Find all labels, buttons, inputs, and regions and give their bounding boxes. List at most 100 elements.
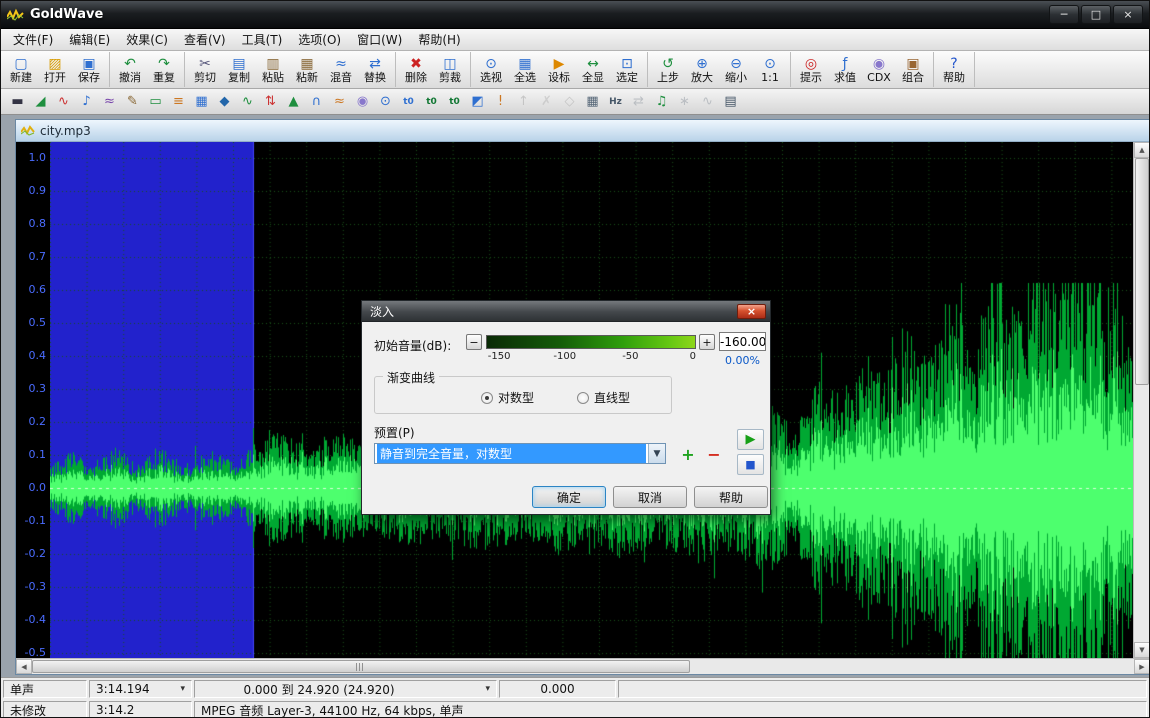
bandpass-icon[interactable]: ∩ <box>305 91 328 112</box>
menu-item-5[interactable]: 工具(T) <box>234 28 291 51</box>
toolbar-button-3-3[interactable]: ▥粘贴 <box>256 52 290 87</box>
document-titlebar[interactable]: city.mp3 <box>16 120 1150 142</box>
horizontal-scroll-thumb[interactable] <box>32 660 690 673</box>
preset-combo[interactable]: 静音到完全音量，对数型 ▼ <box>374 443 666 464</box>
logarithmic-radio[interactable]: 对数型 <box>481 389 534 406</box>
hz-icon[interactable]: Hz <box>604 91 627 112</box>
preset-remove-button[interactable]: − <box>704 444 724 464</box>
time-marker-2-icon[interactable]: t0 <box>420 91 443 112</box>
volume-increase-button[interactable]: + <box>699 334 715 350</box>
scroll-up-button[interactable]: ▲ <box>1134 142 1150 158</box>
selection-dropdown-icon[interactable]: ▾ <box>479 684 490 694</box>
volume-slider[interactable] <box>486 335 696 349</box>
toolbar-button-3-1[interactable]: ✂剪切 <box>188 52 222 87</box>
toolbar-button-7-2[interactable]: ƒ求值 <box>828 52 862 87</box>
warning-icon[interactable]: ! <box>489 91 512 112</box>
toolbar-button-3-4[interactable]: ▦粘新 <box>290 52 324 87</box>
menu-item-8[interactable]: 帮助(H) <box>410 28 468 51</box>
scroll-left-button[interactable]: ◀ <box>16 659 32 674</box>
menu-item-4[interactable]: 查看(V) <box>176 28 234 51</box>
length-dropdown-icon[interactable]: ▾ <box>174 684 185 694</box>
toolbar-icon-7-1: ◎ <box>805 56 817 72</box>
toolbar-button-8-1[interactable]: ?帮助 <box>937 52 971 87</box>
grid-icon[interactable]: ▦ <box>581 91 604 112</box>
toolbar-button-5-2[interactable]: ▦全选 <box>508 52 542 87</box>
time-marker-3-icon[interactable]: t0 <box>443 91 466 112</box>
toolbar-button-5-1[interactable]: ⊙选视 <box>474 52 508 87</box>
minimize-button[interactable]: ─ <box>1049 5 1079 24</box>
close-button[interactable]: × <box>1113 5 1143 24</box>
dynamics-icon[interactable]: ▭ <box>144 91 167 112</box>
toolbar-button-7-4[interactable]: ▣组合 <box>896 52 930 87</box>
notes-icon[interactable]: ♫ <box>650 91 673 112</box>
vertical-scroll-thumb[interactable] <box>1135 158 1149 385</box>
doppler-icon[interactable]: ∿ <box>52 91 75 112</box>
menu-item-2[interactable]: 编辑(E) <box>61 28 118 51</box>
horizontal-scrollbar[interactable]: ◀ ▶ <box>16 658 1150 674</box>
status-length[interactable]: 3:14.194▾ <box>89 680 192 698</box>
offset-icon[interactable]: ▬ <box>6 91 29 112</box>
toolbar-button-5-5[interactable]: ⊡选定 <box>610 52 644 87</box>
volume-decrease-button[interactable]: − <box>466 334 482 350</box>
toolbar-button-7-3[interactable]: ◉CDX <box>862 52 896 87</box>
menu-item-3[interactable]: 效果(C) <box>118 28 176 51</box>
vertical-scrollbar[interactable]: ▲ ▼ <box>1133 142 1150 658</box>
menu-item-7[interactable]: 窗口(W) <box>349 28 410 51</box>
parametric-icon[interactable]: ◆ <box>213 91 236 112</box>
shape-icon[interactable]: ◢ <box>29 91 52 112</box>
main-toolbar: ▢新建▨打开▣保存↶撤消↷重复✂剪切▤复制▥粘贴▦粘新≈混音⇄替换✖删除◫剪裁⊙… <box>1 51 1149 89</box>
preview-stop-button[interactable]: ■ <box>737 454 764 475</box>
goldwave-logo-icon <box>7 8 24 21</box>
dialog-titlebar[interactable]: 淡入 × <box>362 301 770 322</box>
flanger-icon[interactable]: ≈ <box>98 91 121 112</box>
playback-rate-icon[interactable]: ⊙ <box>374 91 397 112</box>
keyboard-icon[interactable]: ▤ <box>719 91 742 112</box>
toolbar-button-1-3[interactable]: ▣保存 <box>72 52 106 87</box>
vertical-scroll-track[interactable] <box>1134 385 1150 642</box>
marker-icon[interactable]: ◩ <box>466 91 489 112</box>
toolbar-button-5-3[interactable]: ▶设标 <box>542 52 576 87</box>
toolbar-button-6-1[interactable]: ↺上步 <box>651 52 685 87</box>
smoother-icon[interactable]: ∿ <box>236 91 259 112</box>
ok-button[interactable]: 确定 <box>532 486 606 508</box>
scroll-down-button[interactable]: ▼ <box>1134 642 1150 658</box>
toolbar-button-4-1[interactable]: ✖删除 <box>399 52 433 87</box>
dialog-close-button[interactable]: × <box>737 304 766 319</box>
menu-item-1[interactable]: 文件(F) <box>5 28 61 51</box>
help-button[interactable]: 帮助 <box>694 486 768 508</box>
maximize-icon[interactable]: ▲ <box>282 91 305 112</box>
toolbar-button-2-2[interactable]: ↷重复 <box>147 52 181 87</box>
toolbar-button-1-2[interactable]: ▨打开 <box>38 52 72 87</box>
toolbar-button-6-2[interactable]: ⊕放大 <box>685 52 719 87</box>
horizontal-scroll-track[interactable] <box>690 659 1134 674</box>
edit-pen-icon[interactable]: ✎ <box>121 91 144 112</box>
cancel-button[interactable]: 取消 <box>613 486 687 508</box>
toolbar-button-3-5[interactable]: ≈混音 <box>324 52 358 87</box>
spectrum-icon[interactable]: ▦ <box>190 91 213 112</box>
time-marker-1-icon[interactable]: t0 <box>397 91 420 112</box>
reverb-icon[interactable]: ≈ <box>328 91 351 112</box>
preset-add-button[interactable]: + <box>678 444 698 464</box>
equalizer-icon[interactable]: ≡ <box>167 91 190 112</box>
maximize-button[interactable]: □ <box>1081 5 1111 24</box>
preview-play-button[interactable]: ▶ <box>737 429 764 450</box>
toolbar-button-7-1[interactable]: ◎提示 <box>794 52 828 87</box>
toolbar-button-5-4[interactable]: ↔全显 <box>576 52 610 87</box>
volume-input[interactable] <box>719 332 766 351</box>
toolbar-button-4-2[interactable]: ◫剪裁 <box>433 52 467 87</box>
pitch-icon[interactable]: ♪ <box>75 91 98 112</box>
mechanize-icon[interactable]: ◉ <box>351 91 374 112</box>
toolbar-button-2-1[interactable]: ↶撤消 <box>113 52 147 87</box>
toolbar-button-6-4[interactable]: ⊙1:1 <box>753 52 787 87</box>
scroll-right-button[interactable]: ▶ <box>1134 659 1150 674</box>
combo-dropdown-icon[interactable]: ▼ <box>648 444 665 463</box>
menu-item-6[interactable]: 选项(O) <box>290 28 349 51</box>
linear-radio[interactable]: 直线型 <box>577 389 630 406</box>
invert-icon[interactable]: ⇅ <box>259 91 282 112</box>
toolbar-button-3-2[interactable]: ▤复制 <box>222 52 256 87</box>
toolbar-button-1-1[interactable]: ▢新建 <box>4 52 38 87</box>
toolbar-button-6-3[interactable]: ⊖缩小 <box>719 52 753 87</box>
toolbar-button-3-6[interactable]: ⇄替换 <box>358 52 392 87</box>
toolbar-label: 全显 <box>582 72 604 84</box>
status-selection[interactable]: 0.000 到 24.920 (24.920)▾ <box>194 680 497 698</box>
